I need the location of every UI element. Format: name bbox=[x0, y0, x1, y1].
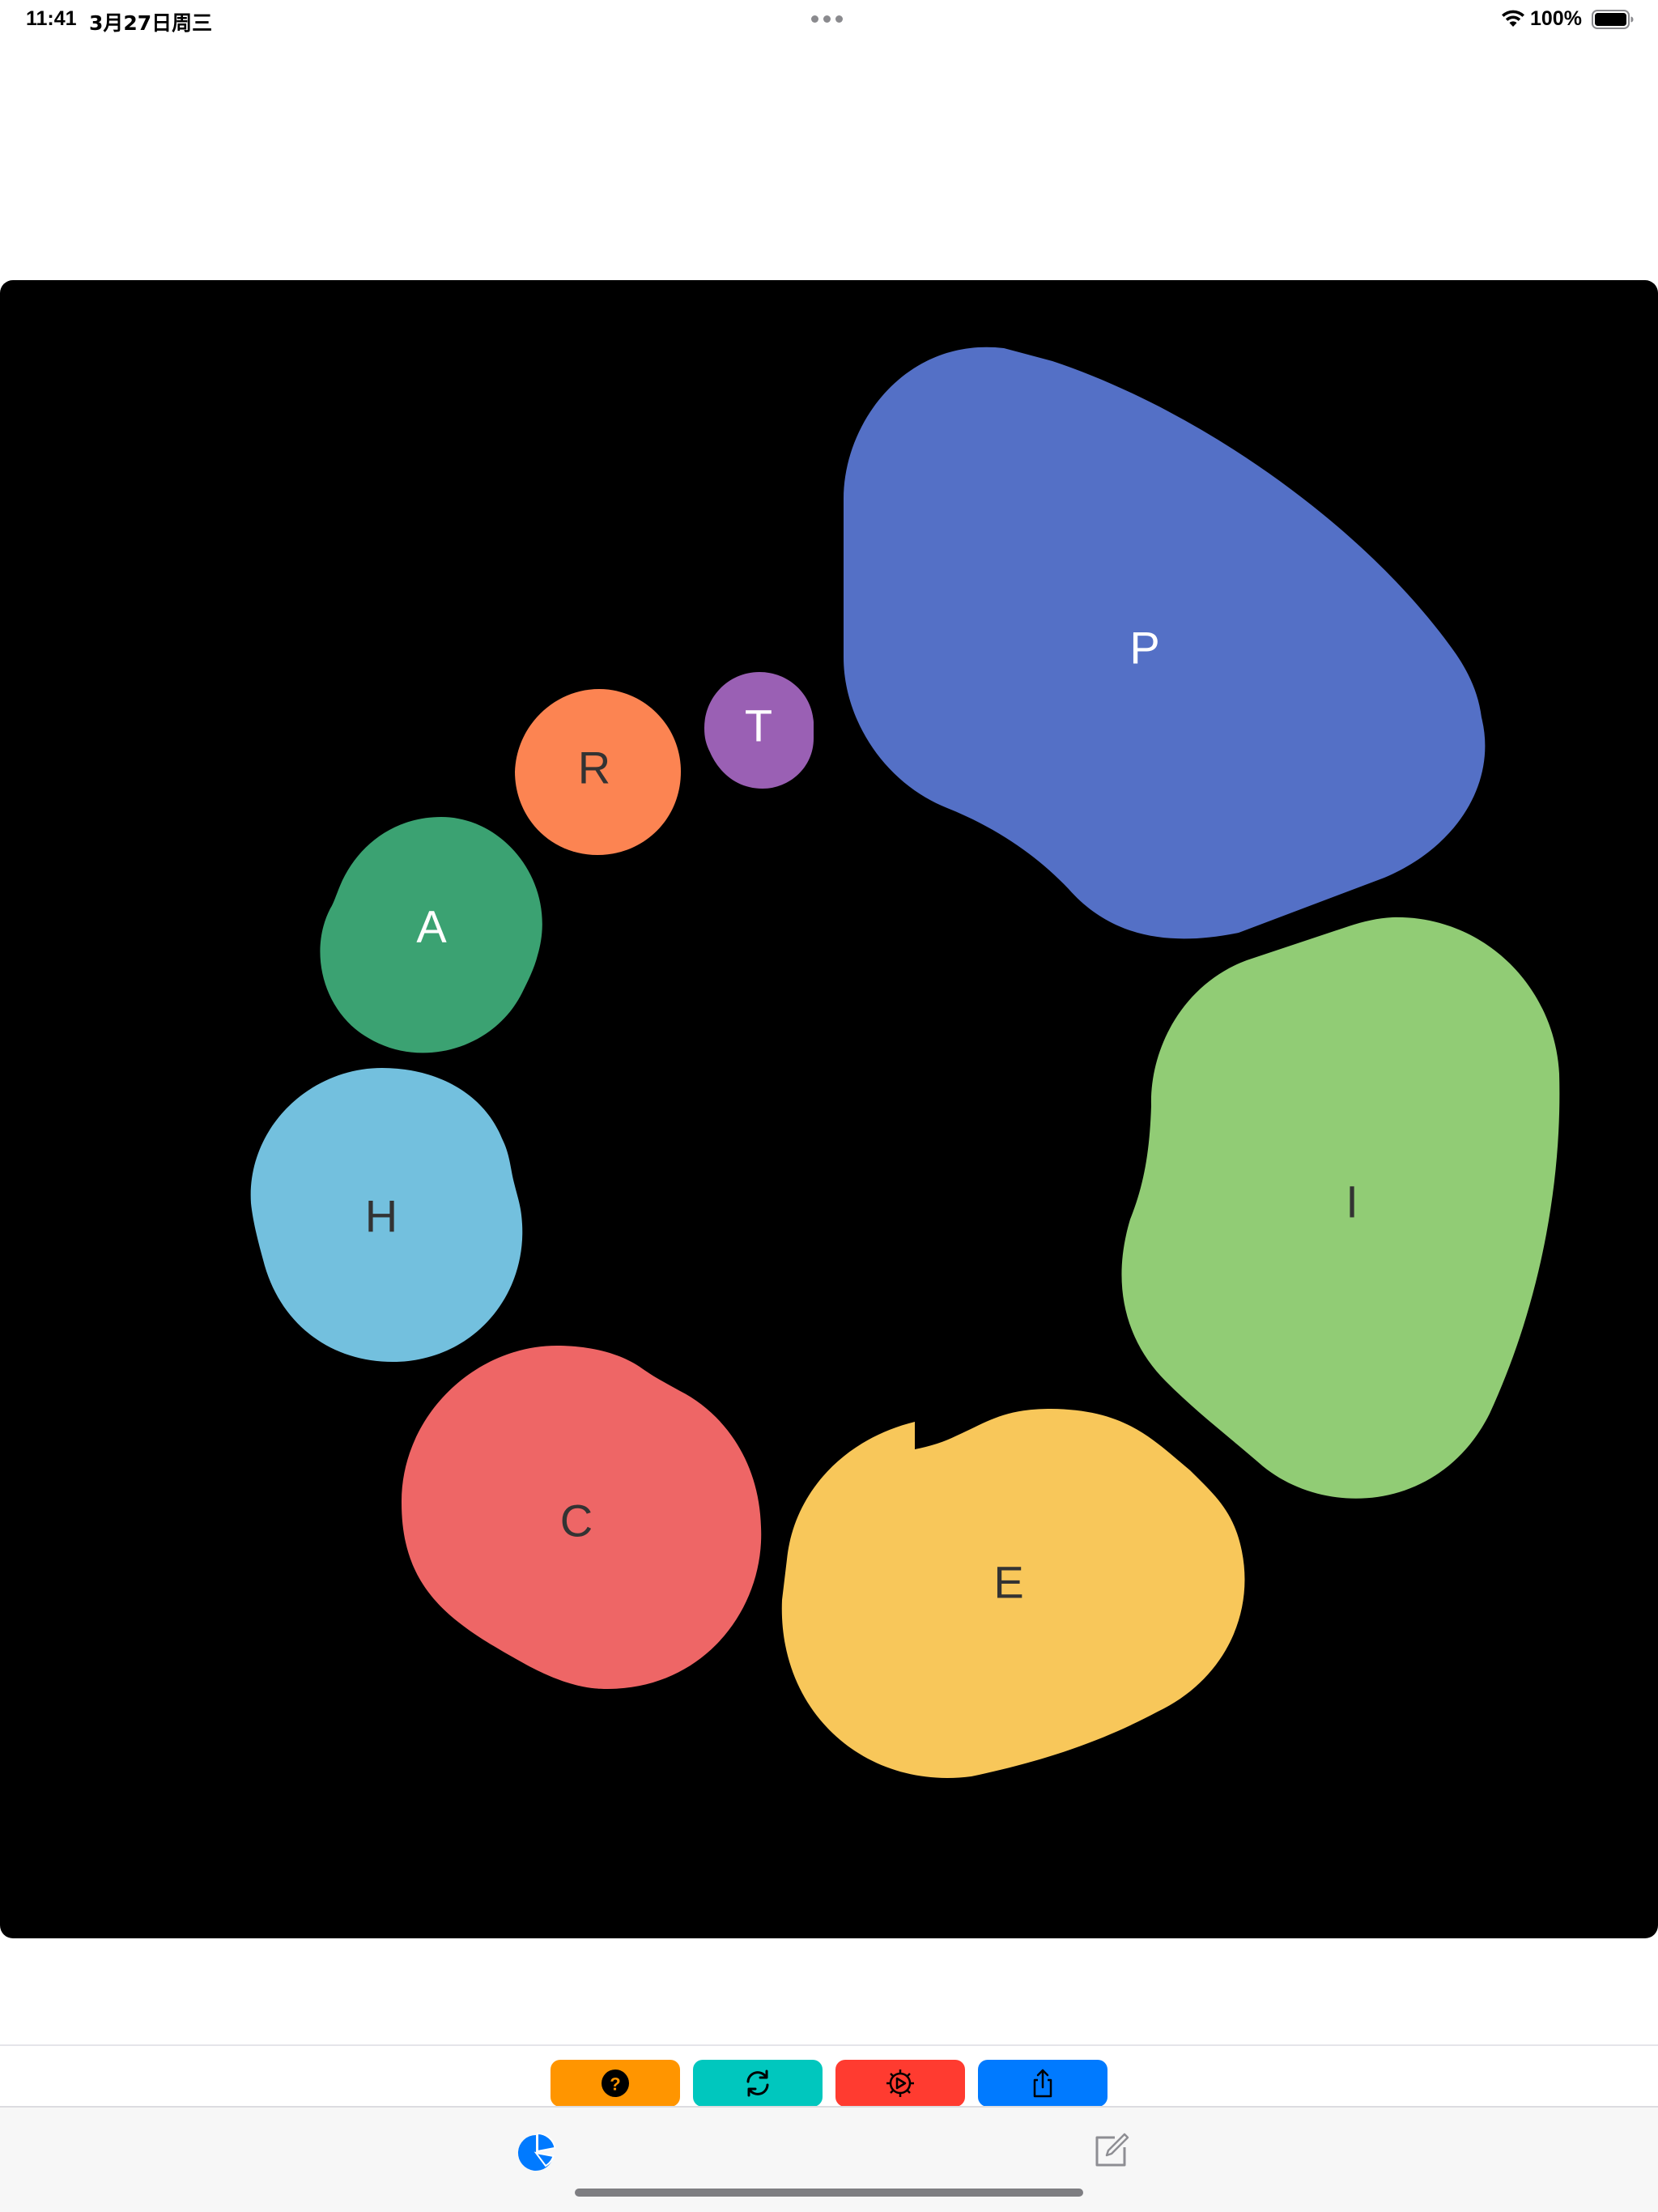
blob-p-shape[interactable] bbox=[844, 347, 1486, 939]
refresh-button[interactable] bbox=[693, 2060, 823, 2107]
blob-t-label: T bbox=[745, 700, 772, 751]
share-button[interactable] bbox=[978, 2060, 1107, 2107]
tab-chart[interactable] bbox=[513, 2127, 562, 2176]
gear-play-icon bbox=[886, 2069, 914, 2097]
blob-e-label: E bbox=[993, 1557, 1023, 1608]
share-icon bbox=[1033, 2069, 1052, 2098]
tab-edit[interactable] bbox=[1086, 2127, 1135, 2176]
blob-p-label: P bbox=[1129, 623, 1159, 674]
blob-r[interactable]: R bbox=[515, 689, 681, 855]
blob-a[interactable]: A bbox=[320, 817, 542, 1053]
wifi-icon bbox=[1502, 10, 1524, 27]
refresh-icon bbox=[746, 2069, 769, 2097]
blob-h[interactable]: H bbox=[250, 1068, 523, 1363]
blob-h-label: H bbox=[365, 1191, 397, 1242]
edit-square-icon bbox=[1095, 2133, 1129, 2167]
chart-canvas[interactable]: P I E C H A R T bbox=[0, 280, 1658, 1938]
status-bar: 11:41 3月27日周三 100% bbox=[0, 0, 1658, 39]
home-indicator[interactable] bbox=[575, 2189, 1083, 2197]
status-date: 3月27日周三 bbox=[89, 11, 213, 35]
blob-r-label: R bbox=[578, 742, 610, 793]
settings-button[interactable] bbox=[835, 2060, 965, 2107]
blob-p[interactable]: P bbox=[844, 347, 1486, 939]
question-circle-icon: ? bbox=[602, 2069, 629, 2097]
app-screen: 11:41 3月27日周三 100% P I E C H A R T ? bbox=[0, 0, 1658, 2212]
blob-chart[interactable]: P I E C H A R T bbox=[0, 280, 1658, 1938]
svg-text:?: ? bbox=[610, 2074, 620, 2095]
battery-percent: 100% bbox=[1530, 7, 1582, 30]
status-time: 11:41 bbox=[26, 7, 77, 30]
blob-e[interactable]: E bbox=[781, 1409, 1245, 1778]
blob-i-shape[interactable] bbox=[1121, 917, 1560, 1499]
blob-c[interactable]: C bbox=[401, 1346, 762, 1689]
toolbar: ? bbox=[0, 2046, 1658, 2107]
blob-t[interactable]: T bbox=[704, 672, 814, 789]
pie-chart-icon bbox=[517, 2132, 556, 2171]
blob-i[interactable]: I bbox=[1121, 917, 1560, 1499]
blob-i-label: I bbox=[1346, 1176, 1358, 1227]
battery-icon bbox=[1592, 10, 1634, 29]
blob-a-label: A bbox=[416, 901, 447, 952]
help-button[interactable]: ? bbox=[551, 2060, 680, 2107]
multitasking-dots-icon[interactable] bbox=[811, 15, 843, 23]
blob-c-label: C bbox=[560, 1495, 593, 1546]
